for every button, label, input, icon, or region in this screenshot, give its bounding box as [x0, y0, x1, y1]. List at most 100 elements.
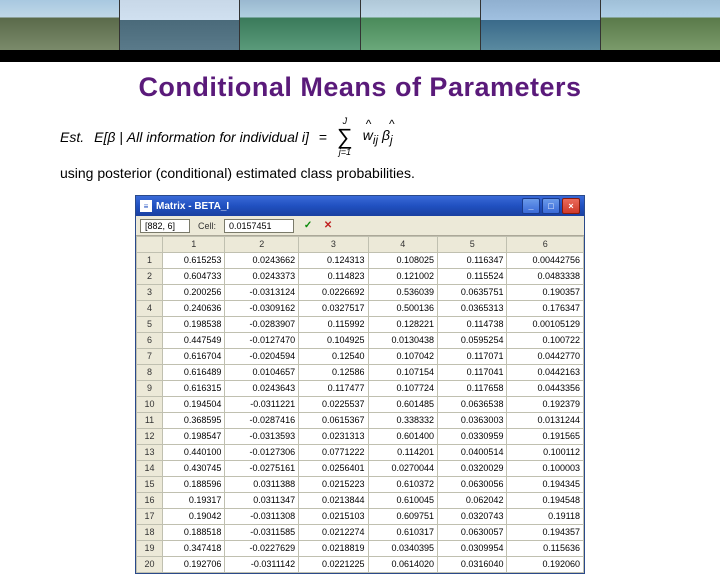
data-cell[interactable]: 0.198547: [163, 429, 225, 445]
data-cell[interactable]: 0.192060: [507, 557, 584, 573]
row-header[interactable]: 7: [137, 349, 163, 365]
data-cell[interactable]: 0.0221225: [299, 557, 368, 573]
data-cell[interactable]: 0.0320743: [438, 509, 507, 525]
data-cell[interactable]: 0.117041: [438, 365, 507, 381]
data-cell[interactable]: -0.0313593: [225, 429, 299, 445]
data-cell[interactable]: 0.00105129: [507, 317, 584, 333]
data-cell[interactable]: 0.0225537: [299, 397, 368, 413]
data-cell[interactable]: -0.0311308: [225, 509, 299, 525]
data-cell[interactable]: 0.240636: [163, 301, 225, 317]
data-cell[interactable]: -0.0127306: [225, 445, 299, 461]
row-header[interactable]: 4: [137, 301, 163, 317]
column-header[interactable]: 6: [507, 237, 584, 253]
row-header[interactable]: 8: [137, 365, 163, 381]
data-cell[interactable]: 0.0316040: [438, 557, 507, 573]
data-cell[interactable]: 0.19042: [163, 509, 225, 525]
data-cell[interactable]: 0.194548: [507, 493, 584, 509]
data-cell[interactable]: 0.610372: [368, 477, 437, 493]
data-cell[interactable]: 0.192379: [507, 397, 584, 413]
data-cell[interactable]: 0.0215223: [299, 477, 368, 493]
data-cell[interactable]: 0.0311347: [225, 493, 299, 509]
data-cell[interactable]: 0.117071: [438, 349, 507, 365]
data-cell[interactable]: 0.116347: [438, 253, 507, 269]
data-cell[interactable]: 0.194504: [163, 397, 225, 413]
data-cell[interactable]: -0.0287416: [225, 413, 299, 429]
data-cell[interactable]: 0.0104657: [225, 365, 299, 381]
data-cell[interactable]: 0.104925: [299, 333, 368, 349]
data-cell[interactable]: 0.609751: [368, 509, 437, 525]
data-cell[interactable]: 0.0365313: [438, 301, 507, 317]
data-cell[interactable]: 0.0400514: [438, 445, 507, 461]
data-cell[interactable]: 0.0327517: [299, 301, 368, 317]
data-cell[interactable]: 0.0443356: [507, 381, 584, 397]
data-cell[interactable]: 0.0483338: [507, 269, 584, 285]
data-cell[interactable]: 0.100722: [507, 333, 584, 349]
row-header[interactable]: 11: [137, 413, 163, 429]
data-cell[interactable]: -0.0311585: [225, 525, 299, 541]
row-header[interactable]: 14: [137, 461, 163, 477]
data-cell[interactable]: 0.115524: [438, 269, 507, 285]
data-cell[interactable]: 0.19118: [507, 509, 584, 525]
data-cell[interactable]: 0.107042: [368, 349, 437, 365]
column-header[interactable]: 3: [299, 237, 368, 253]
data-cell[interactable]: -0.0127470: [225, 333, 299, 349]
data-cell[interactable]: 0.338332: [368, 413, 437, 429]
data-cell[interactable]: 0.062042: [438, 493, 507, 509]
data-cell[interactable]: 0.0213844: [299, 493, 368, 509]
data-cell[interactable]: 0.0630057: [438, 525, 507, 541]
data-cell[interactable]: 0.194357: [507, 525, 584, 541]
data-cell[interactable]: 0.0636538: [438, 397, 507, 413]
data-cell[interactable]: 0.114823: [299, 269, 368, 285]
window-titlebar[interactable]: ≡ Matrix - BETA_I _ □ ×: [136, 196, 584, 216]
data-cell[interactable]: -0.0275161: [225, 461, 299, 477]
row-header[interactable]: 2: [137, 269, 163, 285]
row-header[interactable]: 19: [137, 541, 163, 557]
data-cell[interactable]: 0.500136: [368, 301, 437, 317]
data-cell[interactable]: 0.347418: [163, 541, 225, 557]
row-header[interactable]: 17: [137, 509, 163, 525]
data-cell[interactable]: 0.0270044: [368, 461, 437, 477]
data-cell[interactable]: 0.117658: [438, 381, 507, 397]
row-header[interactable]: 5: [137, 317, 163, 333]
data-cell[interactable]: 0.0311388: [225, 477, 299, 493]
data-cell[interactable]: 0.616489: [163, 365, 225, 381]
row-header[interactable]: 6: [137, 333, 163, 349]
maximize-button[interactable]: □: [542, 198, 560, 214]
row-header[interactable]: 1: [137, 253, 163, 269]
data-table[interactable]: 12345610.6152530.02436620.1243130.108025…: [136, 236, 584, 573]
data-cell[interactable]: 0.616704: [163, 349, 225, 365]
data-cell[interactable]: 0.615253: [163, 253, 225, 269]
data-cell[interactable]: 0.0218819: [299, 541, 368, 557]
data-cell[interactable]: 0.194345: [507, 477, 584, 493]
data-cell[interactable]: 0.114201: [368, 445, 437, 461]
data-cell[interactable]: 0.430745: [163, 461, 225, 477]
data-cell[interactable]: 0.601400: [368, 429, 437, 445]
column-header[interactable]: 4: [368, 237, 437, 253]
close-button[interactable]: ×: [562, 198, 580, 214]
data-cell[interactable]: 0.108025: [368, 253, 437, 269]
row-header[interactable]: 10: [137, 397, 163, 413]
data-cell[interactable]: 0.536039: [368, 285, 437, 301]
data-cell[interactable]: 0.0212274: [299, 525, 368, 541]
cell-value-input[interactable]: 0.0157451: [224, 219, 294, 233]
data-cell[interactable]: 0.0256401: [299, 461, 368, 477]
cancel-icon[interactable]: ✕: [322, 220, 334, 232]
confirm-icon[interactable]: ✓: [302, 220, 314, 232]
data-cell[interactable]: -0.0311142: [225, 557, 299, 573]
column-header[interactable]: 5: [438, 237, 507, 253]
data-cell[interactable]: 0.115992: [299, 317, 368, 333]
data-cell[interactable]: 0.0243662: [225, 253, 299, 269]
data-cell[interactable]: 0.191565: [507, 429, 584, 445]
data-cell[interactable]: 0.0630056: [438, 477, 507, 493]
data-cell[interactable]: 0.0340395: [368, 541, 437, 557]
data-cell[interactable]: 0.447549: [163, 333, 225, 349]
data-cell[interactable]: -0.0311221: [225, 397, 299, 413]
row-header[interactable]: 12: [137, 429, 163, 445]
data-cell[interactable]: 0.0231313: [299, 429, 368, 445]
data-cell[interactable]: 0.190357: [507, 285, 584, 301]
column-header[interactable]: 1: [163, 237, 225, 253]
data-cell[interactable]: 0.115636: [507, 541, 584, 557]
data-cell[interactable]: 0.12586: [299, 365, 368, 381]
data-cell[interactable]: 0.100112: [507, 445, 584, 461]
data-cell[interactable]: 0.121002: [368, 269, 437, 285]
